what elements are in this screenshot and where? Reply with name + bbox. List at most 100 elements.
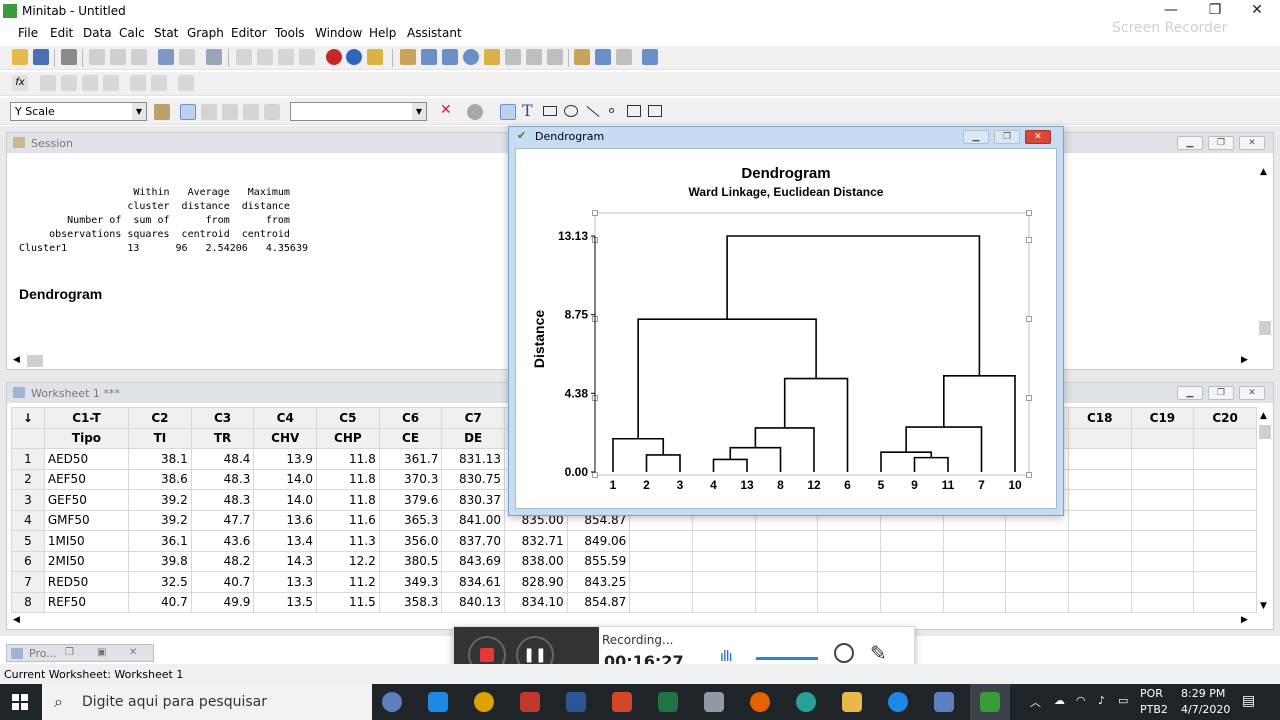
app-teal-icon[interactable] <box>796 692 816 712</box>
table-cell[interactable]: 40.7 <box>128 591 192 613</box>
text-tool-icon[interactable]: T <box>522 101 533 120</box>
firefox-icon[interactable] <box>750 692 770 712</box>
table-cell[interactable] <box>817 591 881 613</box>
select-item-icon[interactable] <box>154 104 170 120</box>
file-explorer-icon[interactable] <box>842 692 862 712</box>
table-cell[interactable]: 39.2 <box>128 489 192 511</box>
table-cell[interactable]: 11.5 <box>316 591 380 613</box>
dendrogram-window[interactable]: ✔ Dendrogram ▁ ❐ ✕ Dendrogram Ward Linkag… <box>508 126 1064 516</box>
table-cell[interactable]: 11.2 <box>316 571 380 593</box>
minimize-button[interactable]: — <box>1148 0 1194 22</box>
table-cell[interactable]: 2MI50 <box>43 550 130 572</box>
table-cell[interactable] <box>942 550 1007 572</box>
clock-date[interactable]: 4/7/2020 <box>1181 703 1230 716</box>
column-id-header[interactable]: C1-T <box>43 407 130 429</box>
menu-assistant[interactable]: Assistant <box>407 26 462 40</box>
table-cell[interactable] <box>1130 468 1195 490</box>
minitab-taskbar-button[interactable] <box>970 684 1010 720</box>
table-cell[interactable] <box>1130 448 1195 470</box>
scale-select[interactable]: Y Scale ▼ <box>10 102 147 121</box>
table-cell[interactable]: 837.70 <box>441 530 506 552</box>
restore-button[interactable]: ❐ <box>1192 0 1238 22</box>
table-cell[interactable] <box>879 591 944 613</box>
corner-cell[interactable]: ↓ <box>11 407 45 429</box>
fx-icon[interactable]: fx <box>12 75 28 91</box>
replace-icon[interactable] <box>299 49 315 65</box>
column-id-header[interactable]: C20 <box>1193 407 1257 429</box>
column-name-header[interactable]: Tipo <box>43 427 130 449</box>
copy-icon[interactable] <box>110 49 126 65</box>
worksheet-minimize-button[interactable]: ▁ <box>1177 386 1203 400</box>
cancel-icon[interactable] <box>326 49 342 65</box>
edit-last-dialog-icon[interactable] <box>206 49 222 65</box>
table-cell[interactable] <box>1130 591 1195 613</box>
table-cell[interactable]: 834.61 <box>441 571 506 593</box>
table-cell[interactable]: 48.2 <box>190 550 255 572</box>
windows-start-icon[interactable] <box>12 694 28 710</box>
menu-graph[interactable]: Graph <box>187 26 224 40</box>
language-primary[interactable]: POR <box>1140 687 1163 700</box>
clock-time[interactable]: 8:29 PM <box>1181 687 1225 700</box>
ellipse-icon[interactable] <box>564 105 578 117</box>
table-cell[interactable]: 43.6 <box>190 530 255 552</box>
table-cell[interactable] <box>1067 571 1132 593</box>
column-id-header[interactable]: C7 <box>441 407 506 429</box>
table-cell[interactable] <box>1067 468 1132 490</box>
scroll-thumb[interactable] <box>27 355 43 367</box>
table-cell[interactable]: 36.1 <box>128 530 192 552</box>
cut-icon[interactable] <box>89 49 105 65</box>
dendrogram-close-button[interactable]: ✕ <box>1025 130 1051 144</box>
table-cell[interactable]: 40.7 <box>190 571 255 593</box>
table-cell[interactable] <box>754 550 819 572</box>
minimized-project-window[interactable]: Pro... ❐ ▣ ✕ <box>6 644 154 662</box>
wifi-icon[interactable]: ◠ <box>1076 694 1086 707</box>
table-cell[interactable] <box>1193 571 1257 593</box>
filter-icon[interactable] <box>243 104 259 120</box>
table-cell[interactable] <box>879 530 944 552</box>
table-cell[interactable] <box>754 571 819 593</box>
session-close-button[interactable]: ✕ <box>1239 136 1265 150</box>
help-icon[interactable] <box>346 49 362 65</box>
table-cell[interactable] <box>1005 550 1069 572</box>
webcam-icon[interactable] <box>834 643 854 663</box>
table-cell[interactable]: 14.3 <box>253 550 318 572</box>
table-cell[interactable]: 13.6 <box>253 509 318 531</box>
table-cell[interactable]: 48.4 <box>190 448 255 470</box>
taskbar-search-box[interactable]: ⌕ Digite aqui para pesquisar <box>42 684 372 720</box>
table-cell[interactable] <box>1193 448 1257 470</box>
worksheet-icon[interactable] <box>421 49 437 65</box>
project-maximize-icon[interactable]: ▣ <box>97 647 106 658</box>
column-name-header[interactable]: DE <box>441 427 506 449</box>
chrome-icon[interactable] <box>474 692 494 712</box>
table-cell[interactable] <box>1005 530 1069 552</box>
item-select[interactable]: ▼ <box>290 102 427 121</box>
table-cell[interactable]: 32.5 <box>128 571 192 593</box>
history-icon[interactable] <box>484 49 500 65</box>
table-cell[interactable]: 834.10 <box>504 591 568 613</box>
polyline-icon[interactable] <box>627 105 641 117</box>
table-cell[interactable] <box>817 571 881 593</box>
column-id-header[interactable]: C19 <box>1130 407 1195 429</box>
table-cell[interactable] <box>942 571 1007 593</box>
open-icon[interactable] <box>12 49 28 65</box>
column-name-header[interactable] <box>1130 427 1195 449</box>
table-cell[interactable] <box>1193 591 1257 613</box>
down-icon[interactable] <box>257 49 273 65</box>
table-cell[interactable] <box>691 550 756 572</box>
table-cell[interactable]: 1MI50 <box>43 530 130 552</box>
table-cell[interactable]: 39.8 <box>128 550 192 572</box>
worksheet-close-button[interactable]: ✕ <box>1239 386 1265 400</box>
table-cell[interactable] <box>629 530 693 552</box>
menu-help[interactable]: Help <box>369 26 396 40</box>
table-cell[interactable]: 39.2 <box>128 509 192 531</box>
column-name-header[interactable] <box>1067 427 1132 449</box>
table-cell[interactable]: GEF50 <box>43 489 130 511</box>
table-cell[interactable] <box>942 591 1007 613</box>
menu-data[interactable]: Data <box>83 26 112 40</box>
table-cell[interactable]: 38.1 <box>128 448 192 470</box>
table-cell[interactable] <box>691 571 756 593</box>
app-r-gui-icon[interactable] <box>934 692 954 712</box>
column-name-header[interactable]: CHP <box>316 427 380 449</box>
table-cell[interactable] <box>1067 530 1132 552</box>
move-columns-icon[interactable] <box>103 75 119 91</box>
